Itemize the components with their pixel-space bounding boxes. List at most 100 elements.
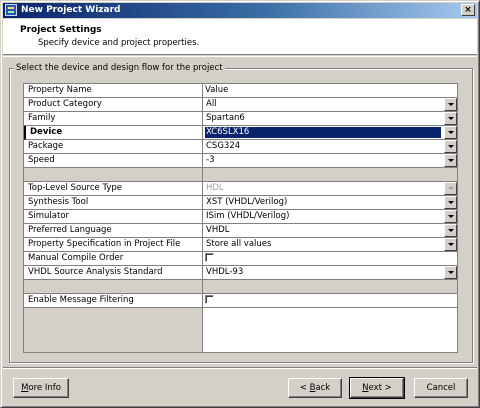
- chevron-down-icon[interactable]: [444, 98, 457, 111]
- property-value-cell: -3: [203, 154, 457, 168]
- property-value-dropdown: HDL: [203, 182, 457, 195]
- property-row[interactable]: Simulator ISim (VHDL/Verilog): [24, 210, 457, 224]
- property-name: [24, 168, 203, 182]
- grid-header-row: Property Name Value: [24, 84, 457, 98]
- property-row[interactable]: Family Spartan6: [24, 112, 457, 126]
- property-row[interactable]: Manual Compile Order: [24, 252, 457, 266]
- back-button[interactable]: < Back: [288, 378, 342, 398]
- property-value-cell: CSG324: [203, 140, 457, 154]
- property-name: Speed: [24, 154, 203, 168]
- property-row[interactable]: Enable Message Filtering: [24, 294, 457, 308]
- dropdown-value: Spartan6: [206, 113, 245, 123]
- property-row[interactable]: VHDL Source Analysis Standard VHDL-93: [24, 266, 457, 280]
- chevron-down-icon: [444, 182, 457, 195]
- dropdown-value: XC6SLX16: [205, 127, 441, 138]
- chevron-down-icon[interactable]: [444, 154, 457, 167]
- property-name: Device: [24, 126, 203, 140]
- column-header-value-label: Value: [205, 85, 229, 95]
- property-value-dropdown[interactable]: Store all values: [203, 238, 457, 251]
- chevron-down-icon[interactable]: [444, 112, 457, 125]
- property-name: VHDL Source Analysis Standard: [24, 266, 203, 280]
- property-value-dropdown[interactable]: CSG324: [203, 140, 457, 153]
- property-value-dropdown[interactable]: -3: [203, 154, 457, 167]
- property-name: Enable Message Filtering: [24, 294, 203, 308]
- property-name: Family: [24, 112, 203, 126]
- property-name: Property Specification in Project File: [24, 238, 203, 252]
- property-value-dropdown[interactable]: All: [203, 98, 457, 111]
- dropdown-value: XST (VHDL/Verilog): [206, 197, 288, 207]
- property-value-cell: All: [203, 98, 457, 112]
- property-value-cell: Spartan6: [203, 112, 457, 126]
- app-icon: [5, 4, 17, 16]
- grid-spacer-row: [24, 280, 457, 294]
- page-title: Project Settings: [20, 25, 102, 35]
- next-rest: ext >: [368, 383, 392, 393]
- property-value-dropdown[interactable]: VHDL-93: [203, 266, 457, 279]
- more-info-button[interactable]: More Info: [13, 378, 69, 398]
- wizard-header: Project Settings Specify device and proj…: [3, 19, 477, 55]
- property-name: Package: [24, 140, 203, 154]
- property-row[interactable]: Synthesis Tool XST (VHDL/Verilog): [24, 196, 457, 210]
- property-row[interactable]: Product Category All: [24, 98, 457, 112]
- property-checkbox[interactable]: [205, 253, 214, 262]
- chevron-down-icon[interactable]: [444, 196, 457, 209]
- property-value-cell: [203, 280, 457, 294]
- dropdown-value: VHDL: [206, 225, 230, 235]
- property-value-dropdown[interactable]: VHDL: [203, 224, 457, 237]
- chevron-down-icon[interactable]: [444, 224, 457, 237]
- property-value-cell: [203, 252, 457, 266]
- column-header-name: Property Name: [24, 84, 203, 98]
- title-bar[interactable]: New Project Wizard ×: [3, 3, 477, 18]
- close-button[interactable]: ×: [461, 4, 475, 16]
- chevron-down-icon[interactable]: [444, 140, 457, 153]
- property-row[interactable]: Property Specification in Project File St…: [24, 238, 457, 252]
- dropdown-value: ISim (VHDL/Verilog): [206, 211, 290, 221]
- property-value-dropdown[interactable]: Spartan6: [203, 112, 457, 125]
- chevron-down-icon[interactable]: [444, 238, 457, 251]
- property-value-cell: VHDL-93: [203, 266, 457, 280]
- chevron-down-icon[interactable]: [444, 126, 457, 139]
- property-value-cell: XC6SLX16: [203, 126, 457, 140]
- property-name: Simulator: [24, 210, 203, 224]
- property-name: Manual Compile Order: [24, 252, 203, 266]
- property-row[interactable]: Device XC6SLX16: [24, 126, 457, 140]
- page-subtitle: Specify device and project properties.: [38, 38, 200, 48]
- property-grid: Property Name Value Product Category All F…: [23, 83, 458, 353]
- back-prefix: <: [299, 383, 310, 393]
- group-label: Select the device and design flow for th…: [14, 62, 225, 74]
- property-name: [24, 280, 203, 294]
- dropdown-value: All: [206, 99, 217, 109]
- property-value-cell: HDL: [203, 182, 457, 196]
- header-divider: [3, 56, 477, 57]
- grid-spacer-row: [24, 168, 457, 182]
- column-header-value: Value: [203, 84, 457, 98]
- cancel-button[interactable]: Cancel: [414, 378, 468, 398]
- property-row[interactable]: Top-Level Source Type HDL: [24, 182, 457, 196]
- footer-divider: [3, 367, 477, 369]
- property-row[interactable]: Preferred Language VHDL: [24, 224, 457, 238]
- property-value-cell: XST (VHDL/Verilog): [203, 196, 457, 210]
- property-value-dropdown[interactable]: XST (VHDL/Verilog): [203, 196, 457, 209]
- property-row[interactable]: Package CSG324: [24, 140, 457, 154]
- property-value-cell: [203, 168, 457, 182]
- property-value-cell: [203, 294, 457, 308]
- property-checkbox[interactable]: [205, 295, 214, 304]
- window-title: New Project Wizard: [21, 5, 121, 15]
- wizard-window: New Project Wizard × Project Settings Sp…: [0, 0, 480, 408]
- property-value-cell: ISim (VHDL/Verilog): [203, 210, 457, 224]
- grid-filler-left: [24, 308, 203, 352]
- grid-filler-right: [204, 308, 457, 352]
- dropdown-value: CSG324: [206, 141, 241, 151]
- next-button[interactable]: Next >: [349, 377, 405, 399]
- dropdown-value: Store all values: [206, 239, 272, 249]
- property-value-dropdown[interactable]: ISim (VHDL/Verilog): [203, 210, 457, 223]
- dropdown-value: VHDL-93: [206, 267, 244, 277]
- dropdown-value: HDL: [206, 183, 224, 193]
- chevron-down-icon[interactable]: [444, 210, 457, 223]
- property-name: Top-Level Source Type: [24, 182, 203, 196]
- property-name: Preferred Language: [24, 224, 203, 238]
- property-row[interactable]: Speed -3: [24, 154, 457, 168]
- back-rest: ack: [315, 383, 331, 393]
- property-value-dropdown[interactable]: XC6SLX16: [203, 126, 457, 139]
- chevron-down-icon[interactable]: [444, 266, 457, 279]
